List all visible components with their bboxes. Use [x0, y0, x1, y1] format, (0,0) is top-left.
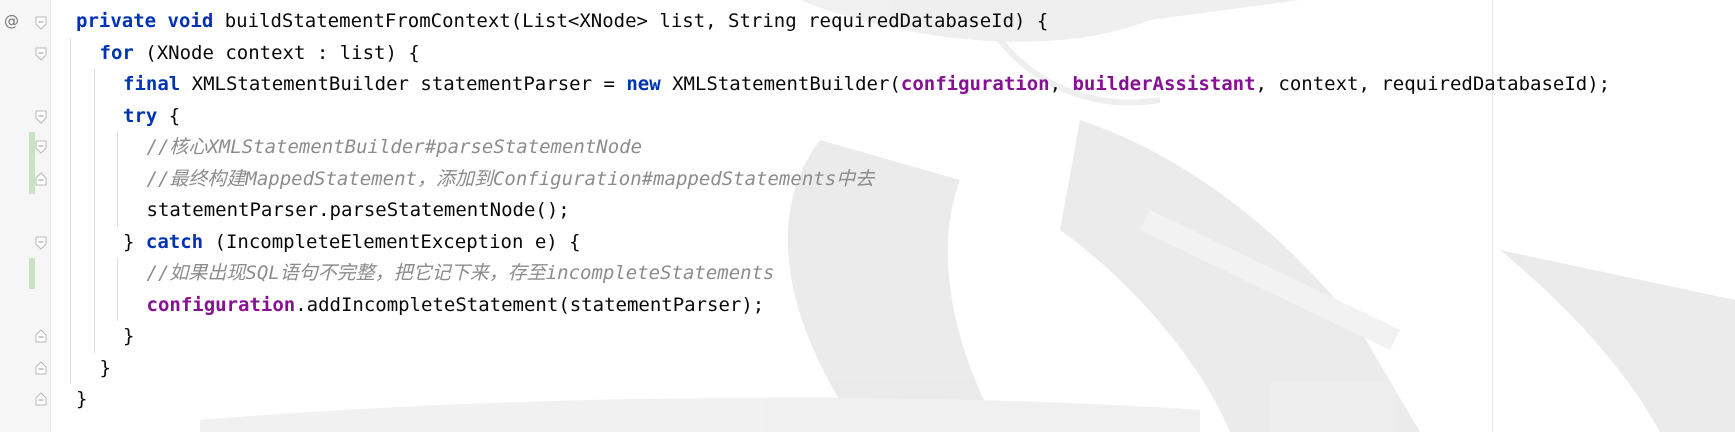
indent-guide — [70, 258, 71, 290]
code-text: } — [76, 388, 87, 410]
fold-open-icon[interactable] — [35, 110, 47, 124]
keyword-token: try — [123, 104, 158, 127]
code-token: , context, requiredDatabaseId); — [1255, 73, 1611, 95]
code-token: { — [157, 104, 181, 127]
code-text: for (XNode context : list) { — [100, 42, 420, 64]
comment-token: //最终构建MappedStatement，添加到Configuration#m… — [146, 167, 875, 190]
indent-guide — [117, 289, 118, 321]
indent-guide — [93, 195, 95, 227]
code-line[interactable]: //如果出现SQL语句不完整，把它记下来，存至incompleteStateme… — [70, 258, 1610, 290]
comment-token: //如果出现SQL语句不完整，把它记下来，存至incompleteStateme… — [146, 262, 775, 284]
code-line[interactable]: private void buildStatementFromContext(L… — [76, 6, 1610, 38]
code-text: try { — [123, 105, 180, 127]
code-text: //核心XMLStatementBuilder#parseStatementNo… — [147, 136, 643, 158]
code-line[interactable]: } — [70, 352, 1610, 384]
keyword-token: void — [167, 10, 214, 32]
fold-open-icon[interactable] — [35, 236, 47, 250]
code-token: } — [123, 230, 146, 253]
field-token: configuration — [900, 73, 1050, 95]
fold-close-icon[interactable] — [35, 392, 47, 406]
indent-guide — [93, 69, 95, 101]
override-annotation-icon[interactable]: @ — [4, 12, 19, 30]
indent-guide — [93, 163, 95, 195]
code-text: } catch (IncompleteElementException e) { — [123, 231, 581, 253]
indent-guide — [93, 226, 95, 258]
editor-gutter: @ — [0, 0, 51, 432]
code-token: .addIncompleteStatement(statementParser)… — [295, 293, 765, 316]
indent-guide — [70, 289, 71, 321]
code-token: } — [76, 388, 88, 410]
code-text: configuration.addIncompleteStatement(sta… — [147, 294, 765, 316]
indent-guide — [70, 226, 71, 258]
keyword-token: catch — [145, 230, 204, 253]
comment-token: //核心XMLStatementBuilder#parseStatementNo… — [146, 136, 643, 158]
indent-guide — [70, 132, 71, 164]
indent-guide — [70, 37, 71, 69]
code-line[interactable]: } catch (IncompleteElementException e) { — [70, 226, 1610, 258]
code-line[interactable]: //最终构建MappedStatement，添加到Configuration#m… — [70, 163, 1610, 195]
fold-open-icon[interactable] — [35, 140, 47, 154]
indent-guide — [93, 289, 95, 321]
fold-close-icon[interactable] — [35, 329, 47, 343]
indent-guide — [93, 258, 95, 290]
code-text: } — [100, 357, 111, 379]
code-text: //最终构建MappedStatement，添加到Configuration#m… — [147, 168, 875, 190]
keyword-token: final — [123, 73, 181, 95]
indent-guide — [93, 321, 95, 353]
indent-guide — [70, 69, 71, 101]
code-token: (XNode context : list) { — [133, 41, 420, 64]
code-line[interactable]: configuration.addIncompleteStatement(sta… — [70, 289, 1610, 321]
indent-guide — [70, 163, 71, 195]
indent-guide — [93, 132, 95, 164]
indent-guide — [70, 321, 71, 353]
code-text: } — [123, 325, 134, 347]
code-token: buildStatementFromContext(List<XNode> li… — [213, 10, 1049, 32]
indent-guide — [70, 352, 71, 384]
indent-guide — [70, 100, 71, 132]
fold-open-icon[interactable] — [35, 47, 47, 61]
code-text: final XMLStatementBuilder statementParse… — [123, 73, 1610, 95]
fold-close-icon[interactable] — [35, 172, 47, 186]
code-line[interactable]: for (XNode context : list) { — [70, 37, 1610, 69]
keyword-token: for — [99, 41, 134, 64]
fold-close-icon[interactable] — [35, 361, 47, 375]
code-token: } — [123, 325, 135, 347]
code-editor[interactable]: private void buildStatementFromContext(L… — [70, 6, 1610, 416]
indent-guide — [117, 163, 118, 195]
code-line[interactable]: //核心XMLStatementBuilder#parseStatementNo… — [70, 132, 1610, 164]
field-token: configuration — [146, 293, 296, 316]
code-token: statementParser.parseStatementNode(); — [146, 199, 570, 221]
vcs-change-marker[interactable] — [29, 258, 35, 289]
code-token: } — [99, 356, 111, 379]
keyword-token: private — [76, 10, 157, 32]
code-token: , — [1049, 73, 1073, 95]
indent-guide — [70, 195, 71, 227]
code-line[interactable]: } — [76, 384, 1610, 416]
code-text: //如果出现SQL语句不完整，把它记下来，存至incompleteStateme… — [147, 262, 775, 284]
indent-guide — [117, 195, 118, 227]
indent-guide — [117, 132, 118, 164]
code-text: private void buildStatementFromContext(L… — [76, 10, 1048, 32]
field-token: builderAssistant — [1072, 73, 1256, 95]
code-token: XMLStatementBuilder( — [660, 73, 901, 95]
code-line[interactable]: statementParser.parseStatementNode(); — [70, 195, 1610, 227]
code-line[interactable]: final XMLStatementBuilder statementParse… — [70, 69, 1610, 101]
indent-guide — [93, 100, 95, 132]
fold-open-icon[interactable] — [35, 16, 47, 30]
code-line[interactable]: } — [70, 321, 1610, 353]
keyword-token: new — [626, 73, 661, 95]
code-text: statementParser.parseStatementNode(); — [147, 199, 570, 221]
code-token: XMLStatementBuilder statementParser = — [180, 73, 627, 95]
vcs-change-marker[interactable] — [29, 132, 35, 194]
code-token: (IncompleteElementException e) { — [203, 230, 581, 253]
indent-guide — [117, 258, 118, 290]
code-line[interactable]: try { — [70, 100, 1610, 132]
